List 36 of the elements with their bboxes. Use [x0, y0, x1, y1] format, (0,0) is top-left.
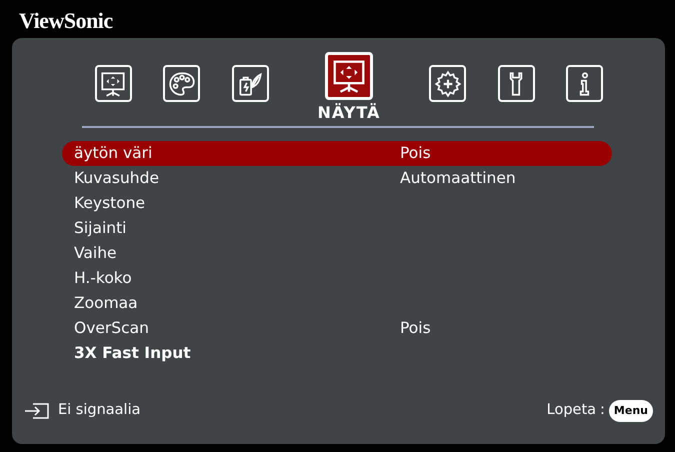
menu-item[interactable]: Vaihe [62, 241, 612, 266]
menu-item-label: Sijainti [74, 218, 128, 239]
info-tab[interactable] [566, 65, 604, 102]
gear-plus-icon [432, 68, 463, 98]
menu-item-label: Vaihe [74, 242, 118, 264]
wrench-tab[interactable] [498, 65, 535, 102]
menu-item-label: Zoomaa [74, 292, 139, 314]
display-tab[interactable] [324, 52, 373, 100]
menu-item[interactable]: H.-koko [62, 266, 612, 291]
battery-leaf-tab[interactable] [232, 65, 269, 102]
brand-logo: ViewSonic [19, 7, 114, 35]
gear-plus-tab[interactable] [429, 65, 466, 102]
menu-item-label: Keystone [74, 192, 146, 214]
menu-item[interactable]: Keystone [62, 191, 612, 216]
section-title: NÄYTÄ [316, 104, 382, 122]
menu-item-value: Pois [400, 318, 431, 339]
exit-label: Lopeta [546, 401, 596, 420]
input-icon [24, 402, 50, 420]
menu-item[interactable]: OverScan Pois [62, 316, 612, 341]
menu-item-value: Automaattinen [400, 168, 516, 189]
menu-item-label: OverScan [74, 318, 150, 339]
menu-item[interactable]: 3X Fast Input [62, 341, 612, 366]
menu-item-label: 3X Fast Input [74, 342, 192, 364]
menu-item-label: äytön väri [74, 142, 154, 164]
separator: : [600, 401, 605, 420]
menu-item[interactable]: Kuvasuhde Automaattinen [62, 166, 612, 191]
display-tab[interactable] [94, 65, 132, 102]
menu-item-label: H.-koko [74, 268, 133, 289]
menu-key-button[interactable]: Menu [608, 400, 653, 422]
menu-item-label: Kuvasuhde [74, 168, 160, 189]
menu-item[interactable]: Zoomaa [62, 291, 612, 316]
palette-tab[interactable] [163, 65, 200, 102]
menu-item[interactable]: äytön väri Pois [62, 141, 612, 166]
signal-status: Ei signaalia [58, 401, 140, 420]
menu-item[interactable]: Sijainti [62, 216, 612, 241]
menu-item-value: Pois [400, 142, 431, 164]
